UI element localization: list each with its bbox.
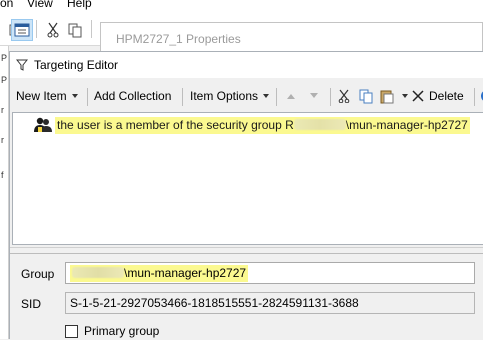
redacted-domain	[72, 267, 124, 278]
item-options-button[interactable]: Item Options	[186, 85, 273, 107]
chevron-down-icon	[263, 94, 270, 98]
mmc-menubar: on View Help	[0, 0, 483, 12]
targeting-editor-window: Targeting Editor New Item Add Collection…	[9, 51, 483, 340]
chevron-down-icon	[71, 94, 78, 98]
menu-action[interactable]: on	[0, 0, 13, 10]
group-label: Group	[21, 267, 55, 281]
cut-icon[interactable]	[335, 87, 353, 105]
funnel-icon	[15, 59, 29, 74]
item-details-panel: Group \mun-manager-hp2727 SID S-1-5-21-2…	[10, 253, 483, 340]
tree-item-label: the user is a member of the security gro…	[55, 116, 470, 134]
group-field[interactable]: \mun-manager-hp2727	[65, 262, 475, 284]
move-down-icon[interactable]	[305, 87, 323, 105]
redacted-domain	[293, 118, 346, 130]
new-item-button[interactable]: New Item	[12, 85, 82, 107]
mmc-left-pane: P P r r f	[0, 46, 9, 339]
tree-item-security-group[interactable]: the user is a member of the security gro…	[33, 115, 470, 135]
add-collection-button[interactable]: Add Collection	[90, 85, 175, 107]
splitter[interactable]	[10, 247, 483, 248]
editor-title: Targeting Editor	[34, 58, 119, 72]
sid-field[interactable]: S-1-5-21-2927053466-1818515551-282459113…	[65, 292, 475, 314]
editor-toolbar: New Item Add Collection Item Options Del…	[12, 82, 483, 110]
targeting-tree: the user is a member of the security gro…	[12, 112, 483, 245]
primary-group-checkbox[interactable]	[65, 325, 78, 338]
copy-icon[interactable]	[357, 87, 375, 105]
user-group-icon	[34, 117, 52, 132]
menu-help[interactable]: Help	[67, 0, 92, 10]
paste-icon[interactable]	[378, 87, 396, 105]
move-up-icon[interactable]	[282, 87, 300, 105]
editor-titlebar: Targeting Editor	[10, 52, 483, 78]
primary-group-label[interactable]: Primary group	[84, 324, 159, 338]
help-icon[interactable]	[478, 87, 483, 105]
copy-icon[interactable]	[64, 19, 86, 41]
properties-window-title: HPM2727_1 Properties	[116, 32, 241, 46]
properties-window: HPM2727_1 Properties	[100, 22, 483, 52]
menu-view[interactable]: View	[27, 0, 53, 10]
cut-icon[interactable]	[42, 19, 64, 41]
delete-button[interactable]: Delete	[425, 85, 468, 107]
properties-icon[interactable]	[11, 19, 33, 41]
sid-label: SID	[21, 297, 42, 311]
